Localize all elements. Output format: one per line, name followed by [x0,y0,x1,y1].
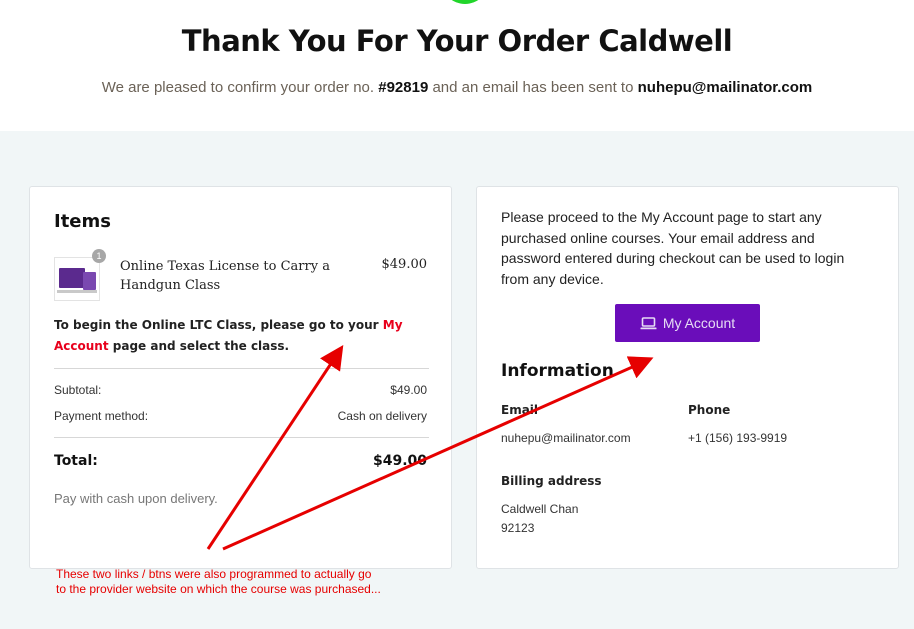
proceed-instructions: Please proceed to the My Account page to… [501,209,845,287]
billing-zip: 92123 [501,521,535,535]
phone-value: +1 (156) 193-9919 [688,431,788,445]
annotation-note: These two links / btns were also program… [56,567,436,597]
quantity-badge: 1 [92,249,106,263]
success-check-icon [441,0,489,4]
thumbnail-screen [59,268,85,288]
thumbnail-base [57,290,97,293]
ltc-instructions: To begin the Online LTC Class, please go… [54,315,434,357]
total-label: Total: [54,453,98,469]
divider [54,368,429,369]
item-price: $49.00 [381,257,428,272]
payment-method-value: Cash on delivery [337,409,427,423]
my-account-button[interactable]: My Account [615,304,760,342]
items-card: Items 1 Online Texas License to Carry a … [29,186,452,569]
page-title: Thank You For Your Order Caldwell [181,24,733,58]
annotation-line-2: to the provider website on which the cou… [56,582,381,596]
confirmation-message: We are pleased to confirm your order no.… [0,79,914,96]
total-value: $49.00 [372,453,427,469]
items-heading: Items [54,211,111,232]
confirmation-header: Thank You For Your Order Caldwell We are… [0,0,914,131]
thumbnail-device [83,272,96,290]
subtotal-label: Subtotal: [54,383,102,397]
order-number: #92819 [378,79,429,96]
course-thumbnail [54,257,100,301]
confirmation-email: nuhepu@mailinator.com [637,79,813,96]
account-info-card: Please proceed to the My Account page to… [476,186,899,569]
payment-note: Pay with cash upon delivery. [54,491,218,506]
item-name: Online Texas License to Carry a Handgun … [120,259,330,293]
phone-label: Phone [688,403,731,417]
email-value: nuhepu@mailinator.com [501,431,631,445]
confirmation-prefix: We are pleased to confirm your order no. [101,79,375,96]
payment-method-label: Payment method: [54,409,149,423]
ltc-note-prefix: To begin the Online LTC Class, please go… [54,318,379,332]
ltc-note-suffix: page and select the class. [112,339,290,353]
annotation-line-1: These two links / btns were also program… [56,567,372,581]
email-label: Email [501,403,539,417]
divider [54,437,429,438]
information-heading: Information [501,361,614,381]
billing-address-label: Billing address [501,474,602,488]
my-account-button-label: My Account [662,315,736,331]
laptop-icon [640,316,657,329]
subtotal-value: $49.00 [390,383,427,397]
confirmation-middle: and an email has been sent to [432,79,634,96]
billing-name: Caldwell Chan [501,502,579,516]
